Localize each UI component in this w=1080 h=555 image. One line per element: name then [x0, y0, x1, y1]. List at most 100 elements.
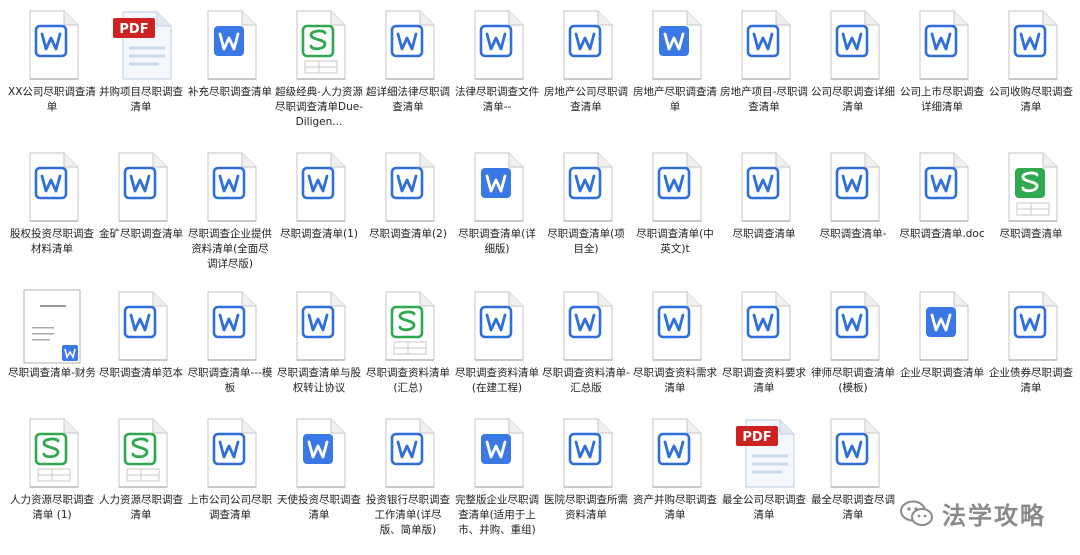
file-label[interactable]: 尽职调查清单(2): [364, 227, 452, 242]
word-doc-icon[interactable]: [22, 8, 82, 82]
word-doc-icon[interactable]: [1001, 8, 1061, 82]
word-doc-icon[interactable]: [734, 8, 794, 82]
word-doc-icon[interactable]: [556, 8, 616, 82]
file-label[interactable]: 超详细法律尽职调查清单: [364, 85, 452, 115]
word-doc-icon[interactable]: [200, 289, 260, 363]
word-doc-icon[interactable]: [645, 8, 705, 82]
file-label[interactable]: 超级经典-人力资源尽职调查清单Due-Diligen...: [275, 85, 363, 130]
file-item[interactable]: 尽职调查资料要求清单: [720, 289, 808, 396]
file-item[interactable]: 尽职调查清单范本: [97, 289, 185, 381]
pdf-icon[interactable]: PDF: [734, 416, 795, 490]
file-label[interactable]: 最全公司尽职调查清单: [720, 493, 808, 523]
file-item[interactable]: 法律尽职调查文件清单--: [453, 8, 541, 115]
file-label[interactable]: 尽职调查清单: [987, 227, 1075, 242]
word-doc-icon[interactable]: [467, 289, 527, 363]
file-item[interactable]: PDF 并购项目尽职调查清单: [97, 8, 185, 115]
file-label[interactable]: XX公司尽职调查清单: [8, 85, 96, 115]
file-label[interactable]: 尽职调查清单(中英文)t: [631, 227, 719, 257]
file-label[interactable]: 金矿尽职调查清单: [97, 227, 185, 242]
file-label[interactable]: 尽职调查资料需求清单: [631, 366, 719, 396]
file-label[interactable]: 房地产项目-尽职调查清单: [720, 85, 808, 115]
file-label[interactable]: 尽职调查资料清单-汇总版: [542, 366, 630, 396]
word-doc-icon[interactable]: [200, 8, 260, 82]
file-label[interactable]: 公司收购尽职调查清单: [987, 85, 1075, 115]
file-label[interactable]: 尽职调查清单范本: [97, 366, 185, 381]
file-item[interactable]: 房地产公司尽职调查清单: [542, 8, 630, 115]
file-item[interactable]: 尽职调查清单---模板: [186, 289, 274, 396]
file-item[interactable]: 人力资源尽职调查清单: [97, 416, 185, 523]
file-item[interactable]: 尽职调查清单(1): [275, 150, 363, 242]
word-doc-icon[interactable]: [289, 150, 349, 224]
file-label[interactable]: 公司上市尽职调查详细清单: [898, 85, 986, 115]
file-label[interactable]: 天使投资尽职调查清单: [275, 493, 363, 523]
file-label[interactable]: 尽职调查清单(详细版): [453, 227, 541, 257]
word-doc-icon[interactable]: [289, 289, 349, 363]
word-doc-icon[interactable]: [378, 150, 438, 224]
file-label[interactable]: 法律尽职调查文件清单--: [453, 85, 541, 115]
spreadsheet-icon[interactable]: [378, 289, 438, 363]
file-item[interactable]: 尽职调查清单(项目全): [542, 150, 630, 257]
file-item[interactable]: 公司上市尽职调查详细清单: [898, 8, 986, 115]
file-label[interactable]: 尽职调查清单---模板: [186, 366, 274, 396]
file-item[interactable]: 律师尽职调查清单(模板): [809, 289, 897, 396]
word-doc-icon[interactable]: [1001, 289, 1061, 363]
file-item[interactable]: 房地产项目-尽职调查清单: [720, 8, 808, 115]
file-item[interactable]: 投资银行尽职调查工作清单(详尽版、简单版): [364, 416, 452, 538]
word-doc-icon[interactable]: [645, 289, 705, 363]
word-doc-icon[interactable]: [556, 150, 616, 224]
word-doc-icon[interactable]: [378, 416, 438, 490]
word-doc-icon[interactable]: [467, 416, 527, 490]
file-label[interactable]: 投资银行尽职调查工作清单(详尽版、简单版): [364, 493, 452, 538]
file-item[interactable]: 企业尽职调查清单: [898, 289, 986, 381]
word-doc-icon[interactable]: [734, 150, 794, 224]
word-doc-icon[interactable]: [912, 289, 972, 363]
file-label[interactable]: 尽职调查清单-财务: [8, 366, 96, 381]
file-item[interactable]: 补充尽职调查清单: [186, 8, 274, 100]
file-label[interactable]: 尽职调查资料清单(在建工程): [453, 366, 541, 396]
file-item[interactable]: 尽职调查清单.doc: [898, 150, 986, 242]
word-doc-icon[interactable]: [111, 289, 171, 363]
file-item[interactable]: 尽职调查清单与股权转让协议: [275, 289, 363, 396]
file-label[interactable]: 并购项目尽职调查清单: [97, 85, 185, 115]
word-doc-icon[interactable]: [645, 416, 705, 490]
word-doc-icon[interactable]: [200, 150, 260, 224]
word-doc-icon[interactable]: [645, 150, 705, 224]
file-label[interactable]: 尽职调查清单与股权转让协议: [275, 366, 363, 396]
file-label[interactable]: 企业债券尽职调查清单: [987, 366, 1075, 396]
file-label[interactable]: 尽职调查资料要求清单: [720, 366, 808, 396]
file-label[interactable]: 尽职调查清单(1): [275, 227, 363, 242]
file-item[interactable]: 上市公司公司尽职调查清单: [186, 416, 274, 523]
file-item[interactable]: 公司收购尽职调查清单: [987, 8, 1075, 115]
file-item[interactable]: 天使投资尽职调查清单: [275, 416, 363, 523]
file-label[interactable]: 尽职调查清单: [720, 227, 808, 242]
file-item[interactable]: PDF 最全公司尽职调查清单: [720, 416, 808, 523]
pdf-icon[interactable]: PDF: [111, 8, 172, 82]
file-label[interactable]: 补充尽职调查清单: [186, 85, 274, 100]
spreadsheet-icon[interactable]: [111, 416, 171, 490]
file-item[interactable]: 尽职调查资料清单(汇总): [364, 289, 452, 396]
file-item[interactable]: 金矿尽职调查清单: [97, 150, 185, 242]
word-doc-icon[interactable]: [823, 416, 883, 490]
file-item[interactable]: 尽职调查清单-财务: [8, 289, 96, 381]
file-item[interactable]: 企业债券尽职调查清单: [987, 289, 1075, 396]
file-item[interactable]: 尽职调查清单(2): [364, 150, 452, 242]
file-item[interactable]: 尽职调查资料清单(在建工程): [453, 289, 541, 396]
word-doc-icon[interactable]: [200, 416, 260, 490]
spreadsheet-icon[interactable]: [22, 416, 82, 490]
word-doc-icon[interactable]: [823, 289, 883, 363]
word-doc-icon[interactable]: [111, 150, 171, 224]
file-item[interactable]: 资产并购尽职调查清单: [631, 416, 719, 523]
spreadsheet-icon[interactable]: [289, 8, 349, 82]
word-doc-icon[interactable]: [823, 150, 883, 224]
file-label[interactable]: 公司尽职调查详细清单: [809, 85, 897, 115]
file-item[interactable]: 尽职调查清单-: [809, 150, 897, 242]
file-label[interactable]: 完整版企业尽职调查清单(适用于上市、并购、重组): [453, 493, 541, 538]
word-doc-icon[interactable]: [467, 8, 527, 82]
word-doc-icon[interactable]: [912, 150, 972, 224]
file-item[interactable]: 人力资源尽职调查清单 (1): [8, 416, 96, 523]
file-label[interactable]: 人力资源尽职调查清单 (1): [8, 493, 96, 523]
file-item[interactable]: 超级经典-人力资源尽职调查清单Due-Diligen...: [275, 8, 363, 130]
file-label[interactable]: 资产并购尽职调查清单: [631, 493, 719, 523]
word-doc-icon[interactable]: [467, 150, 527, 224]
word-doc-icon[interactable]: [823, 8, 883, 82]
